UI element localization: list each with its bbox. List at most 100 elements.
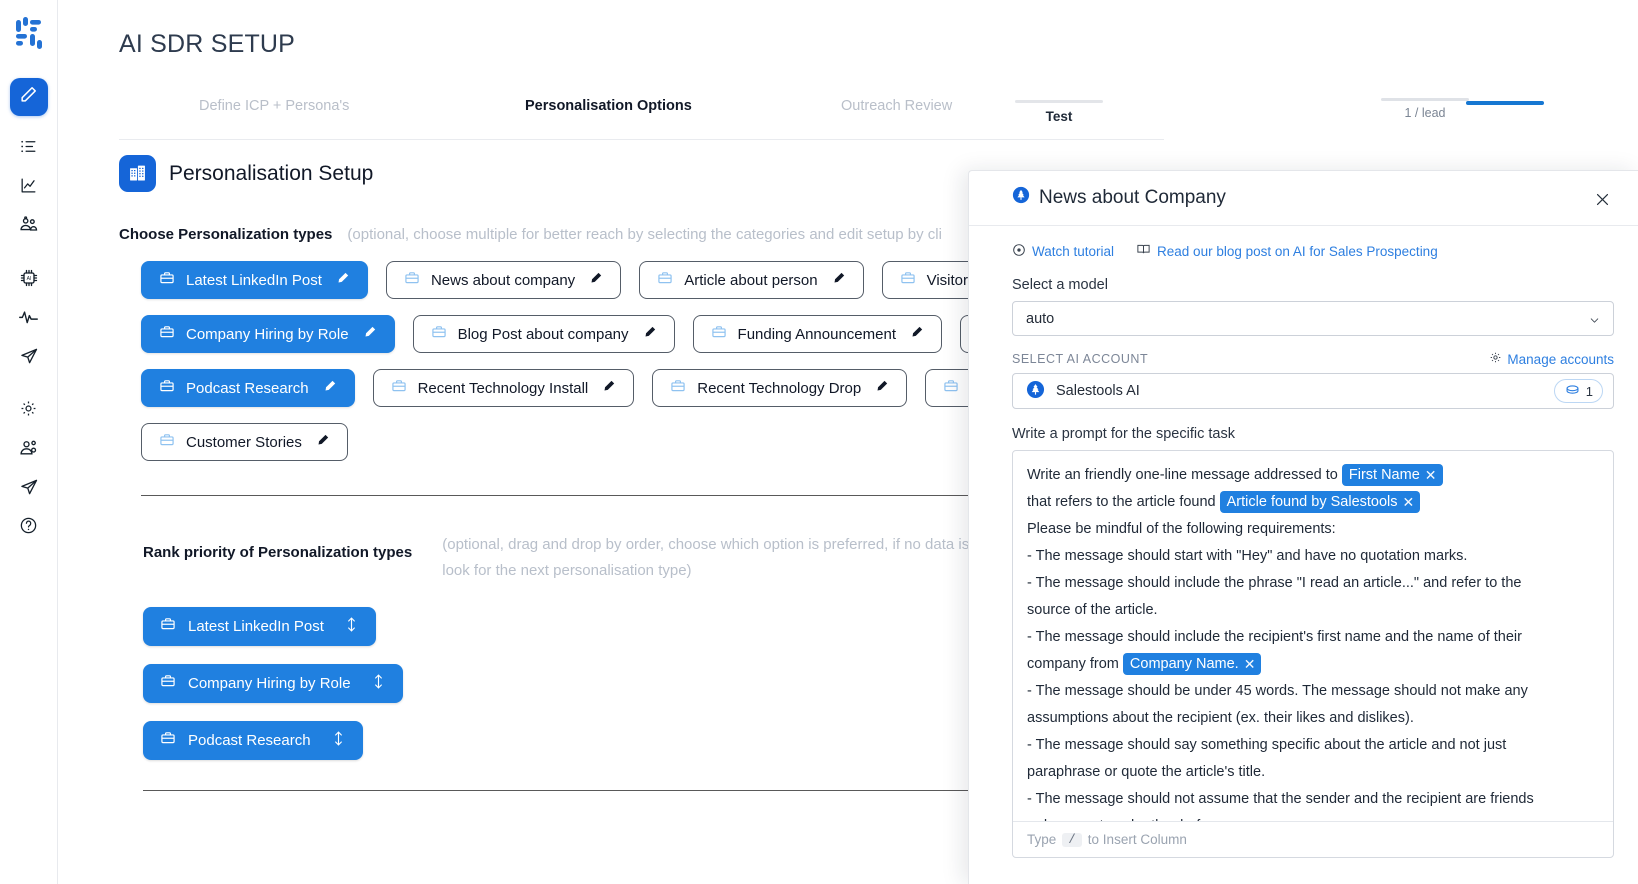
close-icon[interactable] [1590, 187, 1614, 211]
personalization-type-chip[interactable]: Funding Announcement [692, 315, 942, 353]
building-icon [119, 155, 156, 192]
test-progress-bar [1015, 100, 1103, 103]
pencil-icon[interactable] [316, 433, 330, 451]
app-root: AI AI SDR SETUP Define ICP + Persona's P… [0, 0, 1638, 884]
rank-priority-item[interactable]: Company Hiring by Role [143, 663, 403, 703]
manage-accounts-link[interactable]: Manage accounts [1489, 351, 1614, 367]
sidebar-item-audience[interactable] [10, 212, 48, 242]
personalization-type-chip[interactable]: Blog Post about company [412, 315, 675, 353]
pencil-icon[interactable] [910, 325, 924, 343]
sidebar-item-settings[interactable] [10, 396, 48, 426]
chip-label: Funding Announcement [737, 325, 896, 343]
sidebar-item-send-campaign[interactable] [10, 343, 48, 373]
blog-post-link[interactable]: Read our blog post on AI for Sales Prosp… [1136, 242, 1438, 260]
salestools-mark-icon [1026, 380, 1045, 403]
personalization-type-chip[interactable]: News about company [385, 261, 622, 299]
choose-types-label-row: Choose Personalization types (optional, … [119, 226, 1099, 243]
ai-account-select[interactable]: Salestools AI 1 [1012, 373, 1614, 409]
sidebar-item-outreach[interactable] [10, 474, 48, 504]
salestools-logo-icon[interactable] [10, 14, 48, 52]
pencil-icon [19, 85, 38, 109]
remove-variable-icon[interactable]: ✕ [1425, 465, 1437, 485]
sidebar-item-ai-engine[interactable]: AI [10, 265, 48, 295]
chip-label: Latest LinkedIn Post [186, 271, 322, 289]
personalization-type-chip[interactable]: Recent Technology Drop [652, 369, 908, 407]
step-outreach-review[interactable]: Outreach Review [841, 98, 952, 114]
watch-tutorial-link[interactable]: Watch tutorial [1012, 243, 1114, 260]
sidebar-item-lists[interactable] [10, 134, 48, 164]
briefcase-icon [943, 378, 959, 398]
lead-credit-meter: 1 / lead [1381, 98, 1469, 120]
rank-priority-list: Latest LinkedIn Post Company Hiring by Ro… [143, 606, 1099, 778]
lead-meter-label: 1 / lead [1404, 105, 1446, 120]
personalization-type-chip[interactable]: Company Hiring by Role [141, 315, 395, 353]
prompt-editor-content[interactable]: Write an friendly one-line message addre… [1013, 451, 1613, 821]
ai-account-name: Salestools AI [1056, 383, 1140, 399]
wizard-steps: Define ICP + Persona's Personalisation O… [119, 92, 1164, 140]
drag-handle-icon[interactable] [371, 672, 386, 695]
token-count-badge: 1 [1553, 379, 1603, 403]
step-personalisation-options[interactable]: Personalisation Options [525, 98, 692, 114]
chip-row: Latest LinkedIn Post News about company Ar… [141, 261, 1099, 299]
section-divider [141, 495, 1077, 496]
briefcase-icon [159, 270, 175, 290]
rank-priority-item[interactable]: Podcast Research [143, 720, 363, 760]
prompt-editor-footer: Type / to Insert Column [1013, 821, 1613, 857]
pencil-icon[interactable] [323, 379, 337, 397]
model-select-value: auto [1026, 310, 1055, 327]
pencil-icon[interactable] [832, 271, 846, 289]
select-model-label: Select a model [1012, 277, 1108, 293]
drag-handle-icon[interactable] [331, 729, 346, 752]
prompt-line: that refers to the article found Article… [1027, 489, 1599, 516]
prompt-variable-label: Company Name. [1129, 656, 1239, 672]
sidebar-item-activity[interactable] [10, 304, 48, 334]
pencil-icon[interactable] [363, 325, 377, 343]
personalization-type-chip[interactable]: Recent Technology Install [372, 369, 635, 407]
main-content: Personalisation Setup Choose Personaliza… [119, 155, 1114, 791]
briefcase-icon [431, 324, 447, 344]
prompt-variable-token[interactable]: Company Name. ✕ [1122, 653, 1262, 675]
model-select[interactable]: auto [1012, 301, 1614, 336]
step-define-icp[interactable]: Define ICP + Persona's [199, 98, 349, 114]
prompt-label: Write a prompt for the specific task [1012, 426, 1235, 442]
sidebar-item-contacts[interactable] [10, 435, 48, 465]
choose-types-hint: (optional, choose multiple for better re… [347, 226, 942, 243]
remove-variable-icon[interactable]: ✕ [1403, 492, 1415, 512]
prompt-variable-token[interactable]: Article found by Salestools ✕ [1219, 491, 1421, 513]
briefcase-icon [711, 324, 727, 344]
ai-account-label-row: SELECT AI ACCOUNT Manage accounts [1012, 351, 1614, 367]
sidebar-item-analytics[interactable] [10, 173, 48, 203]
personalization-type-chip[interactable]: Latest LinkedIn Post [141, 261, 368, 299]
sidebar-item-help[interactable] [10, 513, 48, 543]
gear-icon [19, 399, 38, 423]
personalization-type-chip[interactable]: Podcast Research [141, 369, 355, 407]
paper-plane-outline-icon [19, 477, 39, 502]
rank-priority-item[interactable]: Latest LinkedIn Post [143, 606, 376, 646]
user-badge-icon [19, 438, 39, 463]
pencil-icon[interactable] [643, 325, 657, 343]
personalization-type-chip[interactable]: Article about person [639, 261, 864, 299]
prompt-line: - The message should include the phrase … [1027, 575, 1522, 591]
prompt-variable-token[interactable]: First Name ✕ [1341, 464, 1443, 486]
pencil-icon[interactable] [336, 271, 350, 289]
prompt-line: or have met each other before. [1027, 813, 1599, 821]
pencil-icon[interactable] [875, 379, 889, 397]
rank-priority-label: Rank priority of Personalization types [143, 544, 413, 561]
personalization-type-chip[interactable]: Customer Stories [141, 423, 348, 461]
book-icon [1136, 242, 1151, 260]
rank-hint-line-2: look for the next personalisation type) [442, 562, 692, 580]
test-indicator[interactable]: Test [1015, 100, 1103, 124]
pencil-icon[interactable] [589, 271, 603, 289]
sidebar-item-edit-pencil[interactable] [9, 78, 48, 116]
prompt-editor[interactable]: Write an friendly one-line message addre… [1012, 450, 1614, 858]
people-group-icon [19, 215, 39, 240]
drag-handle-icon[interactable] [344, 615, 359, 638]
prompt-line: Write an friendly one-line message addre… [1027, 462, 1599, 489]
pencil-icon[interactable] [602, 379, 616, 397]
bottom-divider [143, 789, 1075, 791]
prompt-line: Please be mindful of the following requi… [1027, 521, 1336, 537]
chip-label: Company Hiring by Role [186, 325, 349, 343]
paper-plane-icon [19, 346, 39, 371]
remove-variable-icon[interactable]: ✕ [1244, 654, 1256, 674]
question-circle-icon [19, 516, 38, 540]
